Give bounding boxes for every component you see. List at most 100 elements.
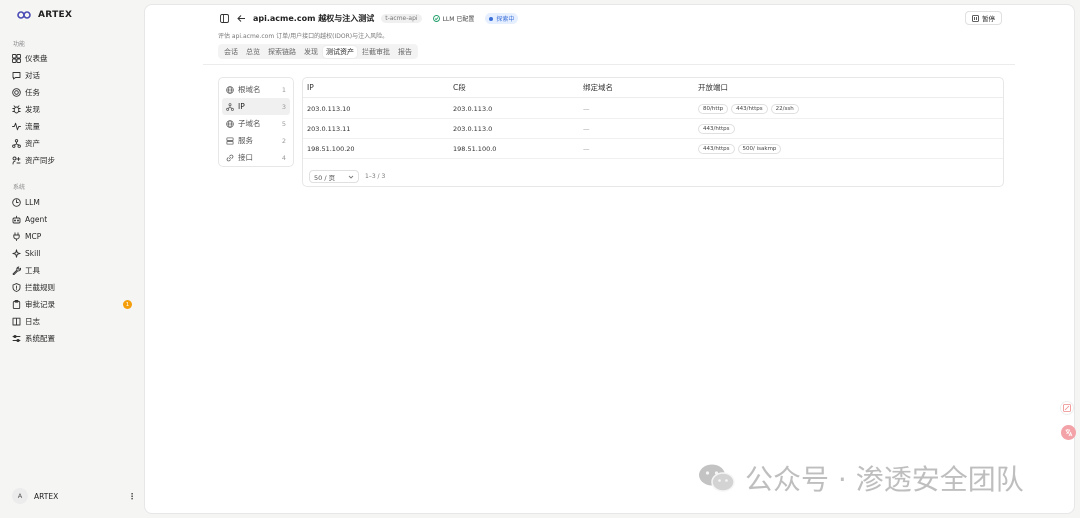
- category-count: 1: [281, 85, 286, 94]
- llm-icon: [12, 198, 21, 207]
- page-title: api.acme.com 越权与注入测试: [253, 14, 375, 23]
- sidebar-item-label: 日志: [25, 317, 40, 326]
- sidebar-item-label: 工具: [25, 266, 40, 275]
- sidebar-item-grid[interactable]: 仪表盘: [12, 51, 136, 66]
- port-tag: 443/https: [698, 143, 735, 154]
- cell-c-segment: 203.0.113.0: [453, 104, 493, 113]
- sidebar-item-clipboard[interactable]: 审批记录 1: [12, 297, 136, 312]
- chat-icon: [12, 71, 21, 80]
- sidebar-item-label: Agent: [25, 215, 48, 224]
- cell-ip: 203.0.113.11: [307, 124, 351, 133]
- sidebar-item-bug[interactable]: 发现: [12, 102, 136, 117]
- port-tag: 443/https: [731, 103, 768, 114]
- sidebar-item-network[interactable]: 资产: [12, 136, 136, 151]
- cell-ip: 203.0.113.10: [307, 104, 351, 113]
- sidebar-item-label: 流量: [25, 122, 40, 131]
- sidebar-item-target[interactable]: 任务: [12, 85, 136, 100]
- brand[interactable]: ARTEX: [17, 10, 72, 20]
- table-row[interactable]: 198.51.100.20 198.51.100.0 — 443/https 500/ …: [303, 139, 1003, 159]
- status-dot-icon: [489, 16, 494, 21]
- sidebar-item-sync[interactable]: 资产同步: [12, 153, 136, 168]
- run-status-label: 探索中: [496, 16, 515, 23]
- col-header-c-segment: C段: [453, 83, 466, 92]
- sidebar-item-llm[interactable]: LLM: [12, 195, 136, 210]
- table-row[interactable]: 203.0.113.11 203.0.113.0 — 443/https: [303, 119, 1003, 139]
- category-count: 2: [281, 136, 286, 145]
- sidebar-item-label: LLM: [25, 198, 40, 207]
- sidebar-item-label: 资产同步: [25, 156, 55, 165]
- sidebar-item-label: 资产: [25, 139, 40, 148]
- tab-bar: 会话 总览 探索链路 发现 测试资产 拦截审批 报告: [218, 44, 418, 59]
- watermark-text: 公众号 · 渗透安全团队: [745, 463, 1024, 496]
- col-header-ip: IP: [307, 83, 314, 92]
- task-description: 评估 api.acme.com 订单/用户接口的越权(IDOR)与注入风险。: [218, 33, 389, 40]
- back-arrow-icon[interactable]: [236, 14, 246, 24]
- category-item[interactable]: 接口 4: [222, 149, 290, 166]
- col-header-ports: 开放端口: [698, 83, 728, 92]
- cell-ip: 198.51.100.20: [307, 144, 355, 153]
- pause-button[interactable]: 暂停: [965, 11, 1002, 25]
- cell-domain: —: [583, 124, 590, 133]
- page-size-value: 50 / 页: [314, 173, 336, 182]
- sidebar: ARTEX 功能 仪表盘 对话 任务 发现 流量 资产 资产同步 系统 LLM Agent MC…: [0, 0, 143, 518]
- cell-ports: 80/http 443/https 22/ssh: [698, 103, 799, 114]
- cell-c-segment: 203.0.113.0: [453, 124, 493, 133]
- sidebar-item-label: 拦截规则: [25, 283, 55, 292]
- brand-logo-icon: [17, 11, 31, 19]
- link-icon: [226, 154, 234, 162]
- avatar: A: [12, 488, 28, 504]
- sidebar-item-book[interactable]: 日志: [12, 314, 136, 329]
- sidebar-item-wrench[interactable]: 工具: [12, 263, 136, 278]
- activity-icon: [12, 122, 21, 131]
- category-item[interactable]: 子域名 5: [222, 115, 290, 132]
- sync-icon: [12, 156, 21, 165]
- user-name: ARTEX: [34, 491, 59, 501]
- tab-3[interactable]: 发现: [301, 46, 321, 58]
- floating-tool-button[interactable]: [1060, 401, 1074, 415]
- cell-c-segment: 198.51.100.0: [453, 144, 497, 153]
- tab-2[interactable]: 探索链路: [265, 46, 299, 58]
- translate-icon: [1065, 429, 1073, 437]
- tab-6[interactable]: 报告: [395, 46, 415, 58]
- cell-domain: —: [583, 104, 590, 113]
- tab-5[interactable]: 拦截审批: [359, 46, 393, 58]
- wechat-icon: [699, 464, 735, 492]
- category-item[interactable]: 根域名 1: [222, 81, 290, 98]
- sidebar-item-plug[interactable]: MCP: [12, 229, 136, 244]
- sidebar-toggle-icon[interactable]: [219, 14, 229, 24]
- llm-status-label: LLM 已配置: [442, 16, 475, 23]
- port-tag: 22/ssh: [770, 103, 799, 114]
- table-header: IP C段 绑定域名 开放端口: [303, 78, 1003, 98]
- plug-icon: [12, 232, 21, 241]
- category-count: 3: [281, 102, 286, 111]
- table-row[interactable]: 203.0.113.10 203.0.113.0 — 80/http 443/https…: [303, 99, 1003, 119]
- sidebar-item-shield[interactable]: 拦截规则: [12, 280, 136, 295]
- target-icon: [12, 88, 21, 97]
- more-icon[interactable]: ⋮: [128, 492, 136, 501]
- llm-status: LLM 已配置: [429, 13, 479, 24]
- task-header: api.acme.com 越权与注入测试 t-acme-api LLM 已配置 …: [219, 13, 519, 24]
- page-size-select[interactable]: 50 / 页: [309, 170, 359, 183]
- sidebar-item-label: 发现: [25, 105, 40, 114]
- tab-4[interactable]: 测试资产: [323, 45, 357, 58]
- sidebar-item-chat[interactable]: 对话: [12, 68, 136, 83]
- tab-1[interactable]: 总览: [243, 46, 263, 58]
- category-item[interactable]: 服务 2: [222, 132, 290, 149]
- tab-0[interactable]: 会话: [221, 46, 241, 58]
- sparkle-icon: [12, 249, 21, 258]
- user-menu[interactable]: A ARTEX ⋮: [12, 488, 136, 504]
- floating-translate-button[interactable]: [1061, 425, 1076, 440]
- sidebar-item-activity[interactable]: 流量: [12, 119, 136, 134]
- chevron-down-icon: [348, 175, 354, 179]
- section-label-system: 系统: [13, 184, 26, 191]
- sidebar-item-label: Skill: [25, 249, 41, 258]
- cell-ports: 443/https: [698, 123, 735, 134]
- category-item[interactable]: IP 3: [222, 98, 290, 115]
- port-tag: 80/http: [698, 103, 729, 114]
- sidebar-item-sparkle[interactable]: Skill: [12, 246, 136, 261]
- cell-ports: 443/https 500/ isakmp: [698, 143, 782, 154]
- sidebar-item-settings[interactable]: 系统配置: [12, 331, 136, 346]
- port-tag: 443/https: [698, 123, 735, 134]
- divider: [203, 64, 1015, 65]
- sidebar-item-robot[interactable]: Agent: [12, 212, 136, 227]
